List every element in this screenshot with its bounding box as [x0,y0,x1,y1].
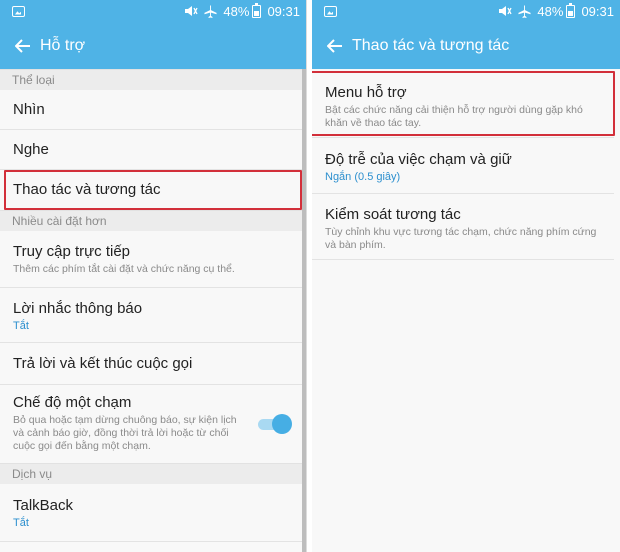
list-item-notification-reminder[interactable]: Lời nhắc thông báo Tắt [0,288,304,343]
item-value: Ngắn (0.5 giây) [325,171,401,183]
item-label: Trả lời và kết thúc cuộc gọi [13,355,193,372]
list-item-hearing[interactable]: Nghe [0,130,304,170]
mute-icon [184,5,199,17]
scrollbar[interactable] [302,69,306,552]
list-item-talkback[interactable]: TalkBack Tắt [0,484,304,542]
list-item-direct-access[interactable]: Truy cập trực tiếp Thêm các phím tắt cài… [0,231,304,288]
app-header: 48% 09:31 Thao tác và tương tác [312,0,620,69]
status-bar: 48% 09:31 [0,0,306,22]
item-label: Truy cập trực tiếp [13,243,131,260]
battery-icon [252,2,262,18]
list-item-answer-end-calls[interactable]: Trả lời và kết thúc cuộc gọi [0,343,304,385]
back-button[interactable] [312,22,352,69]
item-label: Chế độ một chạm [13,394,132,411]
section-header-category: Thể loại [0,69,306,90]
battery-percent: 48% [537,3,564,19]
item-description: Tùy chỉnh khu vực tương tác chạm, chức n… [325,226,597,251]
battery-percent: 48% [223,3,250,19]
gallery-icon [324,5,337,17]
clock: 09:31 [267,3,300,19]
item-label: Nhìn [13,101,45,118]
item-label: TalkBack [13,497,74,514]
back-button[interactable] [0,22,40,69]
airplane-icon [204,4,217,18]
item-label: Kiểm soát tương tác [325,206,461,223]
highlight-box [312,71,615,136]
page-title: Thao tác và tương tác [352,36,510,54]
clock: 09:31 [581,3,614,19]
app-header: 48% 09:31 Hỗ trợ [0,0,306,69]
highlight-box [4,170,302,210]
section-header-services: Dịch vụ [0,463,306,484]
item-label: Độ trễ của việc chạm và giữ [325,151,512,168]
item-label: Nghe [13,141,49,158]
item-description: Bỏ qua hoặc tạm dừng chuông báo, sự kiện… [13,414,237,452]
gallery-icon [12,5,25,17]
battery-icon [566,2,576,18]
single-tap-toggle[interactable] [258,414,292,434]
right-screen: 48% 09:31 Thao tác và tương tác Menu hỗ … [312,0,620,552]
list-item-interaction-control[interactable]: Kiểm soát tương tác Tùy chỉnh khu vực tư… [312,194,614,260]
list-item-tap-hold-delay[interactable]: Độ trễ của việc chạm và giữ Ngắn (0.5 gi… [312,138,614,194]
item-value: Tắt [13,320,29,332]
item-description: Thêm các phím tắt cài đặt và chức năng c… [13,263,235,275]
section-header-more-settings: Nhiều cài đặt hơn [0,210,306,231]
item-label: Lời nhắc thông báo [13,300,143,317]
list-item-vision[interactable]: Nhìn [0,90,304,130]
page-title: Hỗ trợ [40,36,86,54]
left-screen: 48% 09:31 Hỗ trợ Thể loại Nhìn Nghe Thao… [0,0,307,552]
status-bar: 48% 09:31 [312,0,620,22]
airplane-icon [518,4,531,18]
item-value: Tắt [13,517,29,529]
mute-icon [498,5,513,17]
list-item-single-tap-mode[interactable]: Chế độ một chạm Bỏ qua hoặc tạm dừng chu… [0,385,304,463]
